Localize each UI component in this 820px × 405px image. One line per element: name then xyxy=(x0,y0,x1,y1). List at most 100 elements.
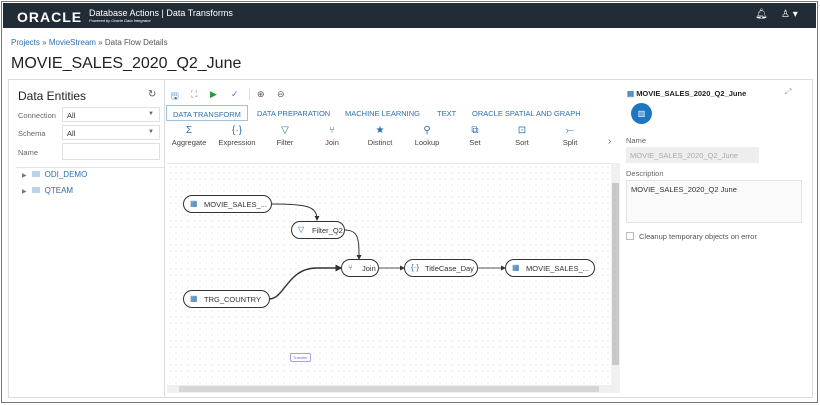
node-titlecase-day[interactable]: {·} TitleCase_Day xyxy=(404,259,478,277)
join-icon: ⑂ xyxy=(348,263,353,272)
sort-icon: ⊡ xyxy=(517,125,527,136)
node-label: MOVIE_SALES_... xyxy=(526,264,589,273)
tab-oracle-spatial-and-graph[interactable]: ORACLE SPATIAL AND GRAPH xyxy=(466,105,587,121)
sigma-icon: Σ xyxy=(185,125,193,136)
node-label: Join xyxy=(362,264,376,273)
tool-expression[interactable]: {·} Expression xyxy=(214,125,260,147)
panel-title: Data Entities xyxy=(18,89,87,103)
tool-sort[interactable]: ⊡ Sort xyxy=(499,125,545,147)
folder-icon xyxy=(31,187,40,193)
filter-icon: ▽ xyxy=(298,225,305,234)
edge-filter-join xyxy=(343,229,362,260)
tree-item-label: QTEAM xyxy=(44,186,74,195)
breadcrumb-sep: » xyxy=(98,38,103,47)
tool-filter[interactable]: ▽ Filter xyxy=(262,125,308,147)
breadcrumb-current: Data Flow Details xyxy=(104,38,168,47)
tool-lookup[interactable]: ⚲ Lookup xyxy=(404,125,450,147)
tool-join[interactable]: ⑂ Join xyxy=(309,125,355,147)
bell-icon[interactable]: 🔔︎ xyxy=(755,9,768,20)
tree-item-qteam[interactable]: ▶ QTEAM xyxy=(22,186,73,195)
description-field[interactable]: MOVIE_SALES_2020_Q2 June xyxy=(626,180,802,223)
horizontal-scrollbar[interactable] xyxy=(167,385,611,393)
tool-label: Filter xyxy=(276,138,294,147)
name-label: Name xyxy=(18,148,39,157)
auto-layout-icon[interactable]: ⛶ xyxy=(191,89,197,100)
breadcrumb-projects[interactable]: Projects xyxy=(11,38,40,47)
node-label: Filter_Q2 xyxy=(312,226,343,235)
columns-button[interactable]: ▥ xyxy=(631,103,652,124)
node-label: TRG_COUNTRY xyxy=(204,295,261,304)
zoom-in-icon[interactable]: ⊕ xyxy=(257,89,265,100)
data-flow-editor: 🖫 ⛶ ▶ ✓ ⊕ ⊖ DATA TRANSFORM DATA PREPARAT… xyxy=(166,79,620,398)
user-menu[interactable]: ♙ ▾ xyxy=(781,9,798,20)
tool-distinct[interactable]: ★ Distinct xyxy=(357,125,403,147)
tool-set[interactable]: ⧉ Set xyxy=(452,125,498,147)
node-source-movie-sales[interactable]: ▦ MOVIE_SALES_... xyxy=(183,195,272,213)
node-join[interactable]: ⑂ Join xyxy=(341,259,379,277)
edge-source2-join xyxy=(268,264,343,300)
connection-label: Connection xyxy=(18,111,56,120)
expand-icon[interactable]: ⤢ xyxy=(785,87,791,97)
schema-select[interactable]: All ▼ xyxy=(62,125,160,140)
tree-item-odi-demo[interactable]: ▶ ODI_DEMO xyxy=(22,170,87,179)
user-icon: ♙ xyxy=(781,9,790,20)
zoom-out-icon[interactable]: ⊖ xyxy=(277,89,285,100)
tab-data-transform[interactable]: DATA TRANSFORM xyxy=(166,105,248,121)
run-icon[interactable]: ▶ xyxy=(210,89,217,100)
connection-value: All xyxy=(67,111,76,120)
expand-icon[interactable]: ▶ xyxy=(22,173,27,179)
star-icon: ★ xyxy=(375,125,385,136)
app-subtitle: Powered by Oracle Data Integrator xyxy=(89,18,151,23)
edge-label-transfer[interactable]: Transfer xyxy=(290,353,311,362)
vertical-scrollbar[interactable] xyxy=(611,163,620,393)
breadcrumb-moviestream[interactable]: MovieStream xyxy=(49,38,96,47)
description-label: Description xyxy=(626,169,664,178)
node-target-movie-sales[interactable]: ▦ MOVIE_SALES_... xyxy=(505,259,595,277)
tab-text[interactable]: TEXT xyxy=(431,105,462,121)
tool-aggregate[interactable]: Σ Aggregate xyxy=(166,125,212,147)
properties-panel: ▤ MOVIE_SALES_2020_Q2_June ⤢ ▥ Name MOVI… xyxy=(621,79,813,398)
validate-icon[interactable]: ✓ xyxy=(231,89,239,100)
tab-data-preparation[interactable]: DATA PREPARATION xyxy=(251,105,336,121)
tab-machine-learning[interactable]: MACHINE LEARNING xyxy=(339,105,426,121)
tool-split[interactable]: ⤚ Split xyxy=(547,125,593,147)
split-icon: ⤚ xyxy=(566,125,574,136)
tool-label: Lookup xyxy=(414,138,440,147)
node-trg-country[interactable]: ▦ TRG_COUNTRY xyxy=(183,290,270,308)
tool-label: Sort xyxy=(515,138,529,147)
cleanup-checkbox[interactable]: Cleanup temporary objects on error xyxy=(626,232,757,241)
connection-select[interactable]: All ▼ xyxy=(62,107,160,122)
table-icon: ▦ xyxy=(190,294,198,303)
toolbar-divider xyxy=(249,88,250,100)
save-icon[interactable]: 🖫 xyxy=(171,89,179,105)
flow-canvas[interactable]: ▦ MOVIE_SALES_... ▽ Filter_Q2 ⑂ Join {·} Tit… xyxy=(167,163,611,385)
properties-title: ▤ MOVIE_SALES_2020_Q2_June xyxy=(627,89,746,98)
scroll-thumb[interactable] xyxy=(612,183,619,365)
checkbox[interactable] xyxy=(626,232,634,240)
cleanup-label: Cleanup temporary objects on error xyxy=(639,232,757,241)
join-icon: ⑂ xyxy=(329,125,335,136)
braces-icon: {·} xyxy=(411,263,420,272)
schema-label: Schema xyxy=(18,129,46,138)
table-icon: ▦ xyxy=(512,263,520,272)
page-title: MOVIE_SALES_2020_Q2_June xyxy=(11,55,242,72)
name-field[interactable]: MOVIE_SALES_2020_Q2_June xyxy=(626,147,759,163)
name-input[interactable] xyxy=(62,143,160,160)
chevron-down-icon: ▼ xyxy=(148,111,154,117)
node-label: TitleCase_Day xyxy=(425,264,474,273)
folder-icon xyxy=(31,171,40,177)
breadcrumb-sep: » xyxy=(42,38,47,47)
scroll-thumb[interactable] xyxy=(179,386,599,392)
expand-icon[interactable]: ▶ xyxy=(22,189,27,195)
tool-label: Distinct xyxy=(367,138,393,147)
name-label: Name xyxy=(626,136,647,145)
chevron-right-icon[interactable]: › xyxy=(608,136,611,147)
chevron-down-icon: ▼ xyxy=(148,129,154,135)
schema-value: All xyxy=(67,129,76,138)
node-filter-q2[interactable]: ▽ Filter_Q2 xyxy=(291,221,345,239)
breadcrumb: Projects » MovieStream » Data Flow Detai… xyxy=(11,38,168,47)
refresh-icon[interactable]: ↻ xyxy=(148,89,156,100)
tool-label: Aggregate xyxy=(171,138,207,147)
data-entities-panel: Data Entities ↻ Connection All ▼ Schema A… xyxy=(8,79,165,398)
tool-label: Join xyxy=(325,138,339,147)
